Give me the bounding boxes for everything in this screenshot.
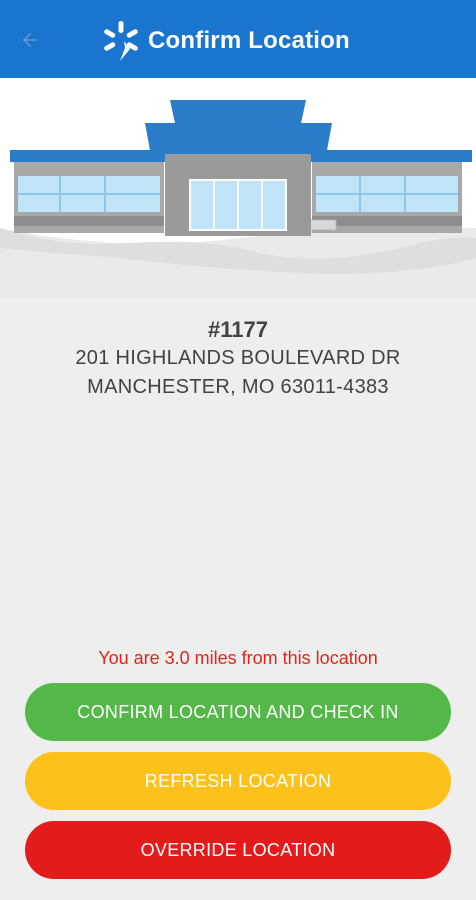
back-button[interactable] xyxy=(16,26,44,54)
spark-logo-icon xyxy=(104,21,138,61)
confirm-check-in-button[interactable]: CONFIRM LOCATION AND CHECK IN xyxy=(25,683,451,741)
store-address-line2: MANCHESTER, MO 63011-4383 xyxy=(87,376,389,398)
confirm-location-screen: Confirm Location #1177 201 HIGHLANDS BOU… xyxy=(0,0,476,900)
store-building-image xyxy=(0,100,476,298)
store-info: #1177 201 HIGHLANDS BOULEVARD DR MANCHES… xyxy=(0,316,476,402)
page-title: Confirm Location xyxy=(148,27,350,54)
override-location-button[interactable]: OVERRIDE LOCATION xyxy=(25,821,451,879)
app-header: Confirm Location xyxy=(0,0,476,78)
store-address-line1: 201 HIGHLANDS BOULEVARD DR xyxy=(75,347,401,369)
refresh-location-button[interactable]: REFRESH LOCATION xyxy=(25,752,451,810)
arrow-left-icon xyxy=(22,32,38,48)
store-illustration xyxy=(0,78,476,298)
distance-message: You are 3.0 miles from this location xyxy=(98,648,378,668)
store-number: #1177 xyxy=(208,317,268,342)
